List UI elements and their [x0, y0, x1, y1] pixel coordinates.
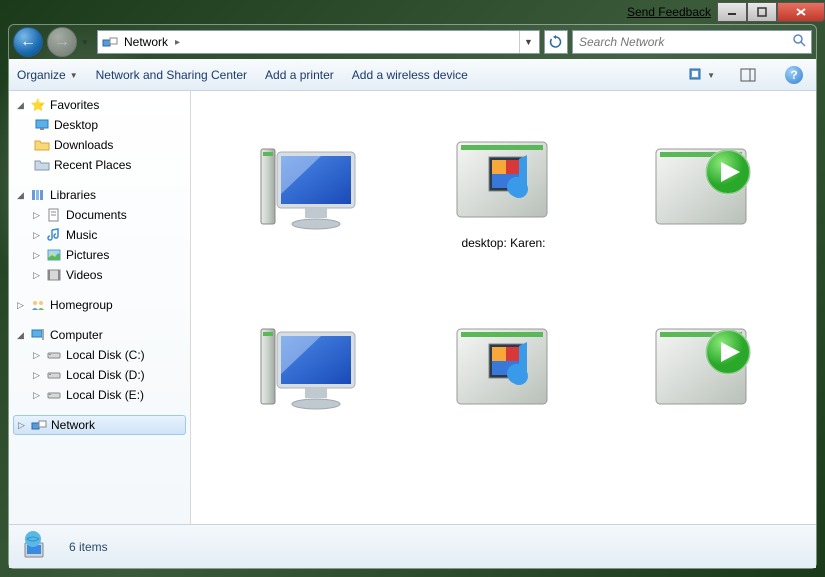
sidebar-item-downloads[interactable]: Downloads — [9, 135, 190, 155]
libraries-icon — [29, 187, 47, 203]
expand-icon: ▷ — [33, 370, 45, 381]
favorites-header[interactable]: ◢⭐Favorites — [9, 95, 190, 115]
preview-pane-button[interactable] — [734, 64, 762, 86]
homegroup-icon — [29, 297, 47, 313]
videos-icon — [45, 267, 63, 283]
computer-device-icon — [241, 309, 369, 419]
expand-icon: ▷ — [18, 420, 30, 431]
disk-icon — [45, 387, 63, 403]
address-dropdown[interactable]: ▼ — [519, 31, 537, 53]
sidebar-item-disk-e[interactable]: ▷Local Disk (E:) — [9, 385, 190, 405]
view-button[interactable]: ▼ — [688, 64, 716, 86]
expand-icon: ▷ — [33, 230, 45, 241]
back-button[interactable]: ← — [13, 27, 43, 57]
expand-icon: ▷ — [33, 270, 45, 281]
desktop-icon — [33, 117, 51, 133]
network-icon — [100, 33, 120, 51]
expand-icon: ▷ — [33, 250, 45, 261]
item-view: desktop: Karen: — [191, 91, 816, 524]
network-header[interactable]: ▷Network — [13, 415, 186, 435]
computer-icon — [29, 327, 47, 343]
homegroup-header[interactable]: ▷Homegroup — [9, 295, 190, 315]
expand-icon: ▷ — [33, 350, 45, 361]
collapse-icon: ◢ — [17, 100, 29, 111]
minimize-button[interactable] — [717, 2, 747, 22]
send-feedback-link[interactable]: Send Feedback — [627, 5, 711, 19]
documents-icon — [45, 207, 63, 223]
expand-icon: ▷ — [33, 210, 45, 221]
collapse-icon: ◢ — [17, 190, 29, 201]
sidebar-item-pictures[interactable]: ▷Pictures — [9, 245, 190, 265]
help-button[interactable]: ? — [780, 64, 808, 86]
libraries-header[interactable]: ◢Libraries — [9, 185, 190, 205]
search-box[interactable] — [572, 30, 812, 54]
toolbar: Organize ▼ Network and Sharing Center Ad… — [9, 59, 816, 91]
close-button[interactable] — [777, 2, 825, 22]
star-icon: ⭐ — [29, 97, 47, 113]
network-item[interactable] — [211, 281, 399, 451]
status-item-count: 6 items — [69, 540, 108, 554]
help-icon: ? — [785, 66, 803, 84]
maximize-button[interactable] — [747, 2, 777, 22]
network-item[interactable] — [608, 281, 796, 451]
history-dropdown[interactable]: ▼ — [81, 38, 93, 47]
network-item[interactable] — [409, 281, 597, 451]
music-icon — [45, 227, 63, 243]
media-device-icon — [439, 122, 567, 232]
network-item[interactable] — [608, 101, 796, 271]
computer-header[interactable]: ◢Computer — [9, 325, 190, 345]
sidebar-item-videos[interactable]: ▷Videos — [9, 265, 190, 285]
search-icon[interactable] — [787, 33, 811, 52]
pictures-icon — [45, 247, 63, 263]
organize-button[interactable]: Organize ▼ — [17, 68, 78, 82]
expand-icon: ▷ — [17, 300, 29, 311]
folder-icon — [33, 137, 51, 153]
breadcrumb-network[interactable]: Network — [120, 35, 172, 49]
add-printer-button[interactable]: Add a printer — [265, 68, 334, 82]
status-bar: 6 items — [9, 524, 816, 568]
refresh-button[interactable] — [544, 30, 568, 54]
disk-icon — [45, 367, 63, 383]
add-wireless-button[interactable]: Add a wireless device — [352, 68, 468, 82]
network-item[interactable] — [211, 101, 399, 271]
collapse-icon: ◢ — [17, 330, 29, 341]
search-input[interactable] — [573, 35, 787, 49]
sidebar-item-desktop[interactable]: Desktop — [9, 115, 190, 135]
network-icon — [30, 417, 48, 433]
media-player-icon — [638, 129, 766, 239]
sidebar-item-music[interactable]: ▷Music — [9, 225, 190, 245]
media-device-icon — [439, 309, 567, 419]
recent-icon — [33, 157, 51, 173]
network-large-icon — [21, 529, 57, 565]
sidebar-item-recent[interactable]: Recent Places — [9, 155, 190, 175]
media-player-icon — [638, 309, 766, 419]
expand-icon: ▷ — [33, 390, 45, 401]
navigation-pane: ◢⭐Favorites Desktop Downloads Recent Pla… — [9, 91, 191, 524]
breadcrumb-separator[interactable]: ▸ — [172, 37, 183, 48]
sidebar-item-disk-c[interactable]: ▷Local Disk (C:) — [9, 345, 190, 365]
network-item[interactable]: desktop: Karen: — [409, 101, 597, 271]
disk-icon — [45, 347, 63, 363]
computer-device-icon — [241, 129, 369, 239]
forward-button[interactable]: → — [47, 27, 77, 57]
address-bar[interactable]: Network ▸ ▼ — [97, 30, 540, 54]
item-label: desktop: Karen: — [461, 236, 545, 250]
sidebar-item-disk-d[interactable]: ▷Local Disk (D:) — [9, 365, 190, 385]
sidebar-item-documents[interactable]: ▷Documents — [9, 205, 190, 225]
network-sharing-center-button[interactable]: Network and Sharing Center — [96, 68, 247, 82]
